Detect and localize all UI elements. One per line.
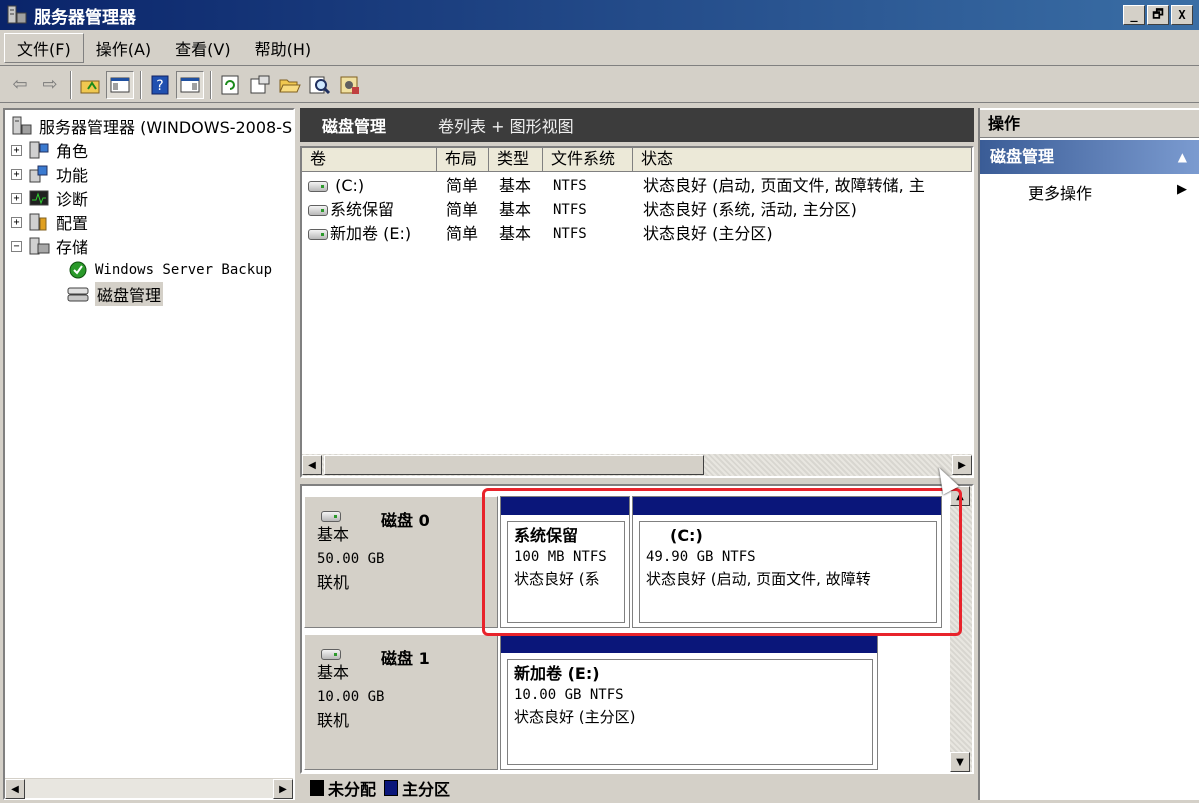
actions-title: 操作 bbox=[980, 110, 1199, 138]
title-bar: 服务器管理器 _ 🗗 X bbox=[0, 0, 1199, 30]
collapse-caret-icon[interactable]: ▲ bbox=[1178, 140, 1187, 174]
disk-0-label[interactable]: 磁盘 0 基本 50.00 GB 联机 bbox=[304, 496, 498, 628]
tree-horizontal-scrollbar[interactable]: ◀ ▶ bbox=[5, 778, 293, 799]
submenu-arrow-icon: ▶ bbox=[1177, 182, 1187, 197]
expand-icon[interactable]: + bbox=[11, 168, 22, 180]
menu-file[interactable]: 文件(F) bbox=[4, 32, 84, 63]
forward-icon[interactable]: ⇨ bbox=[36, 71, 64, 99]
backup-icon bbox=[67, 260, 89, 280]
drive-icon bbox=[308, 229, 328, 240]
drive-icon bbox=[308, 205, 328, 216]
center-subtitle: 卷列表 + 图形视图 bbox=[438, 117, 574, 136]
toolbar: ⇦ ⇨ ? bbox=[0, 67, 1199, 103]
window-title: 服务器管理器 bbox=[34, 7, 136, 28]
expand-icon[interactable]: + bbox=[11, 144, 22, 156]
svg-text:?: ? bbox=[156, 78, 163, 94]
column-header-layout[interactable]: 布局 bbox=[437, 148, 489, 172]
legend: 未分配 主分区 bbox=[300, 776, 974, 800]
partition-e[interactable]: 新加卷 (E:) 10.00 GB NTFS 状态良好 (主分区) bbox=[500, 634, 878, 770]
more-actions-item[interactable]: 更多操作 bbox=[1028, 180, 1092, 204]
column-header-status[interactable]: 状态 bbox=[633, 148, 972, 172]
menu-view[interactable]: 查看(V) bbox=[163, 33, 242, 63]
minimize-button[interactable]: _ bbox=[1123, 5, 1145, 25]
navigation-tree: 服务器管理器 (WINDOWS-2008-S + 角色 + 功能 + 诊断 + bbox=[11, 114, 292, 306]
features-icon bbox=[28, 164, 50, 184]
disk-icon bbox=[321, 649, 341, 660]
disk-graphical-view[interactable]: 磁盘 0 基本 50.00 GB 联机 系统保留 100 MB NTFS 状态良… bbox=[300, 484, 974, 774]
open-folder-icon[interactable] bbox=[276, 71, 304, 99]
tree-item-windows-server-backup[interactable]: Windows Server Backup bbox=[11, 258, 292, 282]
config-icon bbox=[28, 212, 50, 232]
roles-icon bbox=[28, 140, 50, 160]
scroll-thumb[interactable] bbox=[324, 455, 704, 475]
primary-swatch bbox=[384, 780, 399, 796]
table-row[interactable]: 新加卷 (E:) 简单 基本 NTFS 状态良好 (主分区) bbox=[302, 222, 972, 246]
disk-management-pane: 磁盘管理 卷列表 + 图形视图 卷 布局 类型 文件系统 状态 (C:) 简单 … bbox=[300, 108, 974, 800]
column-header-filesystem[interactable]: 文件系统 bbox=[543, 148, 633, 172]
properties-icon[interactable] bbox=[246, 71, 274, 99]
scroll-right-button[interactable]: ▶ bbox=[952, 455, 972, 475]
tree-item-config[interactable]: + 配置 bbox=[11, 210, 292, 234]
disk-view-vertical-scrollbar[interactable]: ▲ ▼ bbox=[950, 486, 972, 772]
scroll-right-button[interactable]: ▶ bbox=[273, 779, 293, 799]
actions-pane: 操作 磁盘管理 ▲ 更多操作 ▶ bbox=[978, 108, 1199, 800]
unallocated-swatch bbox=[310, 780, 324, 796]
back-icon[interactable]: ⇦ bbox=[6, 71, 34, 99]
close-button[interactable]: X bbox=[1171, 5, 1193, 25]
legend-unallocated: 未分配 bbox=[310, 776, 376, 800]
expand-icon[interactable]: + bbox=[11, 192, 22, 204]
column-header-volume[interactable]: 卷 bbox=[302, 148, 437, 172]
help-icon[interactable]: ? bbox=[146, 71, 174, 99]
tree-item-roles[interactable]: + 角色 bbox=[11, 138, 292, 162]
column-header-type[interactable]: 类型 bbox=[489, 148, 543, 172]
storage-icon bbox=[28, 236, 50, 256]
tree-item-server-manager[interactable]: 服务器管理器 (WINDOWS-2008-S bbox=[11, 114, 292, 138]
search-icon[interactable] bbox=[306, 71, 334, 99]
settings-icon[interactable] bbox=[336, 71, 364, 99]
server-manager-icon bbox=[6, 5, 28, 25]
scroll-left-button[interactable]: ◀ bbox=[302, 455, 322, 475]
expand-icon[interactable]: + bbox=[11, 216, 22, 228]
table-row[interactable]: (C:) 简单 基本 NTFS 状态良好 (启动, 页面文件, 故障转储, 主 bbox=[302, 174, 972, 198]
scroll-down-button[interactable]: ▼ bbox=[950, 752, 970, 772]
volume-list-horizontal-scrollbar[interactable]: ◀ ▶ bbox=[302, 454, 972, 476]
tree-item-features[interactable]: + 功能 bbox=[11, 162, 292, 186]
tree-item-diagnostics[interactable]: + 诊断 bbox=[11, 186, 292, 210]
scroll-left-button[interactable]: ◀ bbox=[5, 779, 25, 799]
show-action-pane-icon[interactable] bbox=[176, 70, 204, 99]
maximize-button[interactable]: 🗗 bbox=[1147, 5, 1169, 25]
drive-icon bbox=[308, 181, 328, 192]
legend-primary: 主分区 bbox=[384, 776, 450, 800]
refresh-icon[interactable] bbox=[216, 71, 244, 99]
disk-icon bbox=[321, 511, 341, 522]
diagnostics-icon bbox=[28, 188, 50, 208]
menu-action[interactable]: 操作(A) bbox=[84, 33, 163, 63]
collapse-icon[interactable]: − bbox=[11, 240, 22, 252]
up-folder-icon[interactable] bbox=[76, 71, 104, 99]
tree-item-disk-management[interactable]: 磁盘管理 bbox=[11, 282, 292, 306]
disk-management-icon bbox=[67, 284, 89, 304]
partition-c[interactable]: (C:) 49.90 GB NTFS 状态良好 (启动, 页面文件, 故障转 bbox=[632, 496, 942, 628]
menu-help[interactable]: 帮助(H) bbox=[243, 33, 324, 63]
navigation-tree-pane: 服务器管理器 (WINDOWS-2008-S + 角色 + 功能 + 诊断 + bbox=[3, 108, 295, 800]
actions-section-disk-management[interactable]: 磁盘管理 ▲ bbox=[980, 140, 1199, 174]
table-row[interactable]: 系统保留 简单 基本 NTFS 状态良好 (系统, 活动, 主分区) bbox=[302, 198, 972, 222]
center-header: 磁盘管理 卷列表 + 图形视图 bbox=[300, 108, 974, 142]
show-tree-icon[interactable] bbox=[106, 70, 134, 99]
volume-list[interactable]: 卷 布局 类型 文件系统 状态 (C:) 简单 基本 NTFS 状态良好 (启动… bbox=[300, 146, 974, 478]
disk-1-label[interactable]: 磁盘 1 基本 10.00 GB 联机 bbox=[304, 634, 498, 770]
tree-item-storage[interactable]: − 存储 bbox=[11, 234, 292, 258]
partition-system-reserved[interactable]: 系统保留 100 MB NTFS 状态良好 (系 bbox=[500, 496, 630, 628]
server-icon bbox=[11, 116, 33, 136]
center-title: 磁盘管理 bbox=[322, 117, 387, 136]
menu-bar: 文件(F) 操作(A) 查看(V) 帮助(H) bbox=[0, 30, 1199, 66]
